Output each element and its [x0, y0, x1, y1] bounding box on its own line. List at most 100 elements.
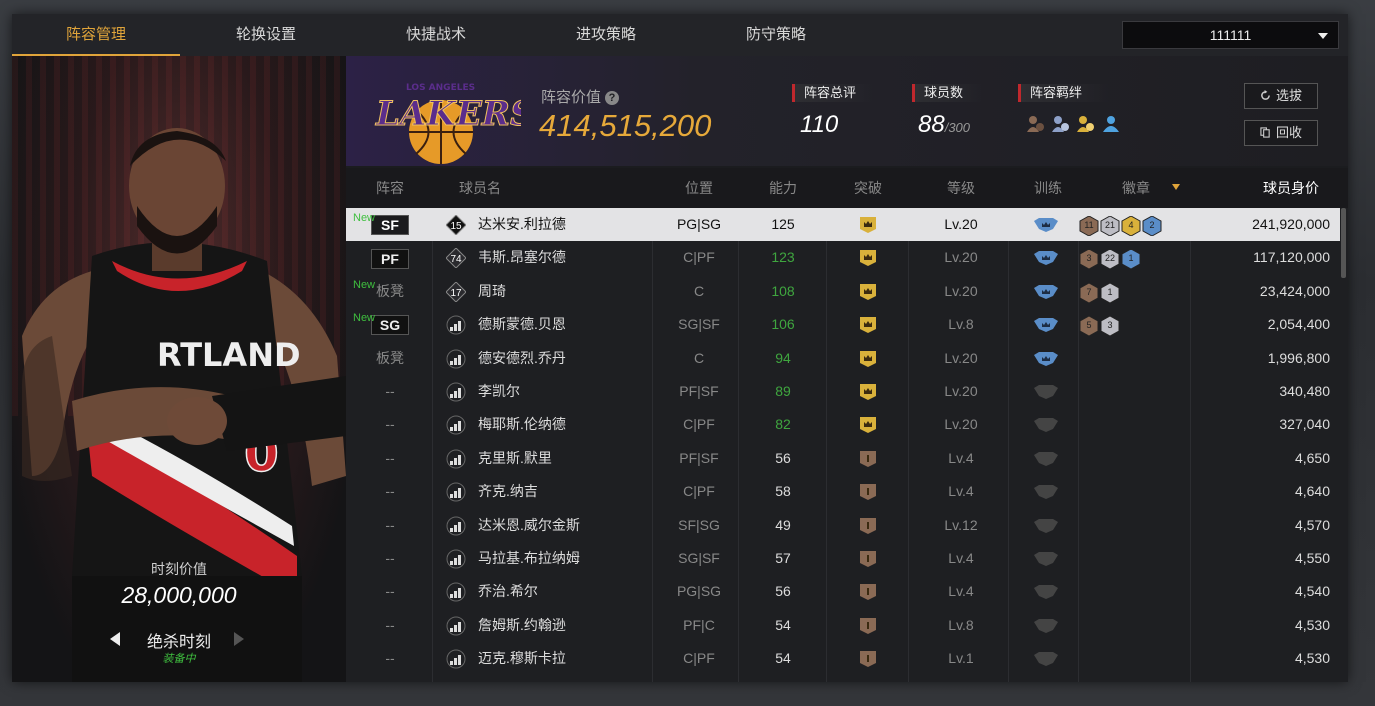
help-icon[interactable]: ? — [605, 91, 620, 105]
badge-blue-icon[interactable]: 2 — [1142, 215, 1162, 237]
badge-bronze-icon[interactable]: 5 — [1079, 315, 1099, 337]
lineup-cell[interactable]: -- — [358, 408, 422, 441]
training-icon[interactable] — [1033, 651, 1059, 667]
table-row[interactable]: -- 达米恩.威尔金斯 SF|SG 49 Lv.12 4,570 — [346, 509, 1340, 542]
training-icon[interactable] — [1033, 451, 1059, 467]
lineup-cell[interactable]: -- — [358, 442, 422, 475]
breakthrough-crown-icon[interactable] — [858, 283, 878, 301]
table-row[interactable]: SF New 15 达米安.利拉德 PG|SG 125 Lv.20 11 21 4 2 241,920… — [346, 208, 1340, 241]
player-name[interactable]: 迈克.穆斯卡拉 — [478, 642, 566, 675]
training-icon[interactable] — [1033, 384, 1059, 400]
breakthrough-crown-icon[interactable] — [858, 416, 878, 434]
training-icon[interactable] — [1033, 551, 1059, 567]
breakthrough-crown-icon[interactable] — [858, 617, 878, 635]
player-name[interactable]: 詹姆斯.约翰逊 — [478, 609, 566, 642]
player-name[interactable]: 梅耶斯.伦纳德 — [478, 408, 566, 441]
table-row[interactable]: 板凳 德安德烈.乔丹 C 94 Lv.20 1,996,800 — [346, 342, 1340, 375]
badge-bronze-icon[interactable]: 3 — [1079, 248, 1099, 270]
lineup-cell[interactable]: -- — [358, 542, 422, 575]
tab-rotation[interactable]: 轮换设置 — [182, 14, 350, 54]
badge-silver-icon[interactable]: 22 — [1100, 248, 1120, 270]
breakthrough-crown-icon[interactable] — [858, 650, 878, 668]
bond-silver-icon[interactable] — [1051, 114, 1071, 134]
breakthrough-crown-icon[interactable] — [858, 350, 878, 368]
badge-blue-icon[interactable]: 1 — [1121, 248, 1141, 270]
breakthrough-crown-icon[interactable] — [858, 383, 878, 401]
badge-gold-icon[interactable]: 4 — [1121, 215, 1141, 237]
training-icon[interactable] — [1033, 417, 1059, 433]
training-icon[interactable] — [1033, 284, 1059, 300]
lineup-cell[interactable]: -- — [358, 509, 422, 542]
table-row[interactable]: -- 梅耶斯.伦纳德 C|PF 82 Lv.20 327,040 — [346, 408, 1340, 441]
col-price[interactable]: 球员身价 — [1246, 168, 1336, 208]
lineup-cell[interactable]: -- — [358, 375, 422, 408]
tab-quick-tactics[interactable]: 快捷战术 — [352, 14, 520, 54]
breakthrough-crown-icon[interactable] — [858, 216, 878, 234]
col-position[interactable]: 位置 — [664, 168, 734, 208]
player-name[interactable]: 克里斯.默里 — [478, 442, 552, 475]
training-icon[interactable] — [1033, 217, 1059, 233]
table-row[interactable]: -- 詹姆斯.约翰逊 PF|C 54 Lv.8 4,530 — [346, 609, 1340, 642]
breakthrough-crown-icon[interactable] — [858, 583, 878, 601]
lineup-cell[interactable]: -- — [358, 642, 422, 675]
breakthrough-crown-icon[interactable] — [858, 450, 878, 468]
tab-lineup[interactable]: 阵容管理 — [12, 14, 180, 56]
player-name[interactable]: 达米安.利拉德 — [478, 208, 566, 241]
badge-silver-icon[interactable]: 21 — [1100, 215, 1120, 237]
player-name[interactable]: 德安德烈.乔丹 — [478, 342, 566, 375]
training-icon[interactable] — [1033, 484, 1059, 500]
breakthrough-crown-icon[interactable] — [858, 550, 878, 568]
col-level[interactable]: 等级 — [916, 168, 1006, 208]
recycle-button[interactable]: 回收 — [1244, 120, 1318, 146]
lineup-cell[interactable]: -- — [358, 475, 422, 508]
training-icon[interactable] — [1033, 250, 1059, 266]
breakthrough-crown-icon[interactable] — [858, 249, 878, 267]
training-icon[interactable] — [1033, 351, 1059, 367]
table-row[interactable]: PF 74 韦斯.昂塞尔德 C|PF 123 Lv.20 3 22 1 117,120,000 — [346, 241, 1340, 274]
badge-silver-icon[interactable]: 1 — [1100, 282, 1120, 304]
team-dropdown[interactable]: 111111 — [1122, 21, 1339, 49]
player-name[interactable]: 达米恩.威尔金斯 — [478, 509, 580, 542]
lineup-cell[interactable]: 板凳 — [358, 342, 422, 375]
lineup-cell[interactable]: -- — [358, 609, 422, 642]
table-row[interactable]: -- 克里斯.默里 PF|SF 56 Lv.4 4,650 — [346, 442, 1340, 475]
training-icon[interactable] — [1033, 518, 1059, 534]
col-ability[interactable]: 能力 — [746, 168, 820, 208]
player-name[interactable]: 乔治.希尔 — [478, 575, 538, 608]
table-row[interactable]: -- 乔治.希尔 PG|SG 56 Lv.4 4,540 — [346, 575, 1340, 608]
player-name[interactable]: 周琦 — [478, 275, 506, 308]
player-name[interactable]: 马拉基.布拉纳姆 — [478, 542, 580, 575]
breakthrough-crown-icon[interactable] — [858, 316, 878, 334]
lineup-cell[interactable]: -- — [358, 575, 422, 608]
col-training[interactable]: 训练 — [1018, 168, 1078, 208]
bond-bronze-icon[interactable] — [1026, 114, 1046, 134]
player-name[interactable]: 韦斯.昂塞尔德 — [478, 241, 566, 274]
breakthrough-crown-icon[interactable] — [858, 483, 878, 501]
bond-gold-icon[interactable] — [1076, 114, 1096, 134]
scrollbar[interactable] — [1341, 208, 1346, 278]
table-row[interactable]: -- 齐克.纳吉 C|PF 58 Lv.4 4,640 — [346, 475, 1340, 508]
training-icon[interactable] — [1033, 618, 1059, 634]
table-row[interactable]: SG New 德斯蒙德.贝恩 SG|SF 106 Lv.8 5 3 2,054,400 — [346, 308, 1340, 341]
col-breakthrough[interactable]: 突破 — [838, 168, 898, 208]
training-icon[interactable] — [1033, 317, 1059, 333]
badge-bronze-icon[interactable]: 7 — [1079, 282, 1099, 304]
col-name[interactable]: 球员名 — [450, 168, 510, 208]
player-name[interactable]: 齐克.纳吉 — [478, 475, 538, 508]
breakthrough-crown-icon[interactable] — [858, 517, 878, 535]
table-row[interactable]: -- 李凯尔 PF|SF 89 Lv.20 340,480 — [346, 375, 1340, 408]
table-row[interactable]: -- 迈克.穆斯卡拉 C|PF 54 Lv.1 4,530 — [346, 642, 1340, 675]
tab-defense[interactable]: 防守策略 — [692, 14, 860, 54]
bond-blue-icon[interactable] — [1101, 114, 1121, 134]
next-moment-arrow-icon[interactable] — [234, 632, 244, 646]
draft-button[interactable]: 选拔 — [1244, 83, 1318, 109]
training-icon[interactable] — [1033, 584, 1059, 600]
col-badges[interactable]: 徽章 — [1096, 168, 1176, 208]
player-name[interactable]: 李凯尔 — [478, 375, 520, 408]
table-row[interactable]: 板凳 New 17 周琦 C 108 Lv.20 7 1 23,424,000 — [346, 275, 1340, 308]
tab-offense[interactable]: 进攻策略 — [522, 14, 690, 54]
player-name[interactable]: 德斯蒙德.贝恩 — [478, 308, 566, 341]
badge-silver-icon[interactable]: 3 — [1100, 315, 1120, 337]
table-row[interactable]: -- 马拉基.布拉纳姆 SG|SF 57 Lv.4 4,550 — [346, 542, 1340, 575]
badge-bronze-icon[interactable]: 11 — [1079, 215, 1099, 237]
